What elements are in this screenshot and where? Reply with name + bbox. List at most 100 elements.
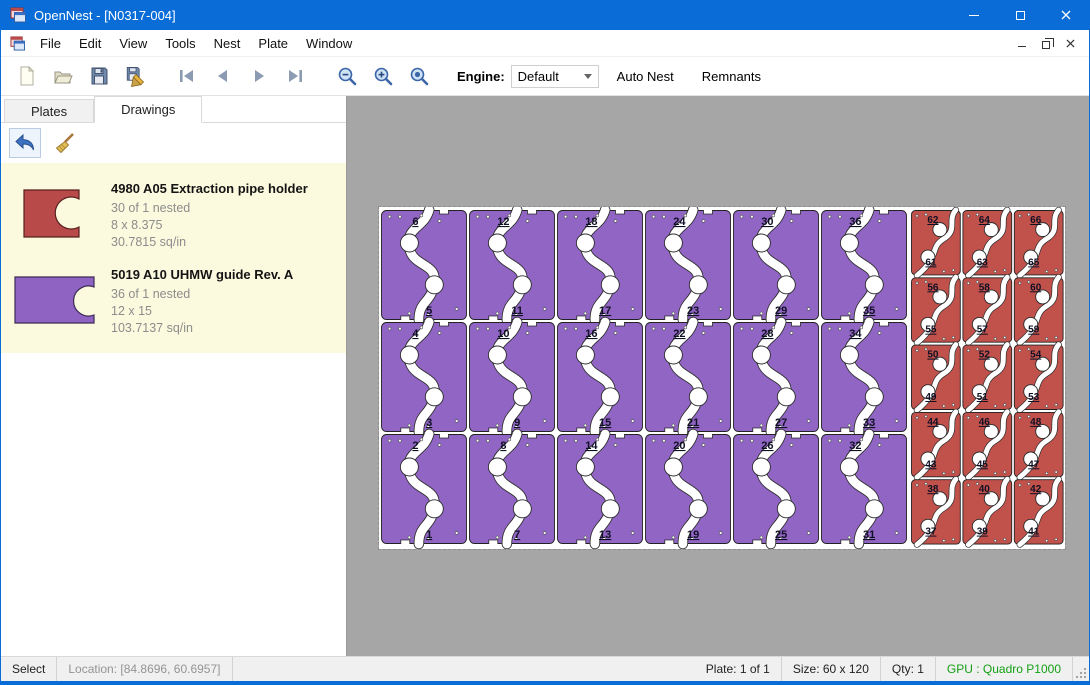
- open-button[interactable]: [45, 60, 81, 92]
- clean-button[interactable]: [49, 128, 81, 158]
- next-arrow-icon: [248, 65, 270, 87]
- window-minimize-button[interactable]: [951, 0, 997, 30]
- window-close-button[interactable]: [1043, 0, 1089, 30]
- menu-edit[interactable]: Edit: [70, 31, 110, 56]
- status-plate: Plate: 1 of 1: [695, 657, 782, 681]
- nested-part-pair[interactable]: 5251: [963, 345, 1012, 410]
- nested-part-pair[interactable]: 3231: [822, 434, 907, 544]
- auto-nest-button[interactable]: Auto Nest: [607, 62, 684, 91]
- nested-part-pair[interactable]: 1413: [558, 434, 643, 544]
- svg-text:16: 16: [585, 328, 597, 340]
- nested-part-pair[interactable]: 6665: [1014, 210, 1063, 275]
- nested-part-pair[interactable]: 43: [382, 322, 467, 432]
- nested-part-pair[interactable]: 5453: [1014, 345, 1063, 410]
- window-maximize-button[interactable]: [997, 0, 1043, 30]
- nested-part-pair[interactable]: 21: [382, 434, 467, 544]
- nested-part-pair[interactable]: 2019: [646, 434, 731, 544]
- drawing-item-2[interactable]: 5019 A10 UHMW guide Rev. A 36 of 1 neste…: [1, 257, 346, 343]
- nested-part-pair[interactable]: 5655: [912, 277, 961, 342]
- nested-part-pair[interactable]: 87: [470, 434, 555, 544]
- nested-part-pair[interactable]: 3635: [822, 210, 907, 320]
- minimize-icon: [1018, 46, 1026, 47]
- drawing-meta: 5019 A10 UHMW guide Rev. A 36 of 1 neste…: [103, 263, 293, 337]
- engine-select[interactable]: Default: [511, 65, 599, 88]
- svg-text:49: 49: [925, 392, 937, 403]
- last-plate-button[interactable]: [277, 60, 313, 92]
- window-bottom-border: [1, 681, 1089, 685]
- nested-part-pair[interactable]: 4847: [1014, 412, 1063, 477]
- svg-text:6: 6: [412, 216, 418, 228]
- zoom-fit-button[interactable]: [401, 60, 437, 92]
- grip-dots-icon: [1075, 667, 1087, 679]
- svg-text:31: 31: [863, 529, 875, 541]
- nested-part-pair[interactable]: 4241: [1014, 479, 1063, 544]
- tab-drawings[interactable]: Drawings: [94, 96, 202, 123]
- svg-text:61: 61: [925, 257, 937, 268]
- nested-part-pair[interactable]: 2827: [734, 322, 819, 432]
- save-as-button[interactable]: [117, 60, 153, 92]
- drawing-item-1[interactable]: 4980 A05 Extraction pipe holder 30 of 1 …: [1, 171, 346, 257]
- nested-part-pair[interactable]: 62 61: [912, 210, 961, 275]
- mdi-restore-button[interactable]: [1034, 33, 1058, 53]
- svg-text:62: 62: [927, 215, 939, 226]
- blue-arrow-icon: [13, 131, 37, 155]
- plate-sheet[interactable]: 6512111817242330293635431091615222128273…: [379, 207, 1065, 549]
- drawing-thumb-shape-0: [24, 190, 79, 237]
- svg-text:20: 20: [673, 440, 685, 452]
- nested-part-pair[interactable]: 5049: [912, 345, 961, 410]
- menu-file[interactable]: File: [31, 31, 70, 56]
- menu-window[interactable]: Window: [297, 31, 361, 56]
- first-plate-button[interactable]: [169, 60, 205, 92]
- nested-part-pair[interactable]: 4039: [963, 479, 1012, 544]
- nested-part-pair[interactable]: 1615: [558, 322, 643, 432]
- minimize-icon: [969, 15, 979, 16]
- nested-part-pair[interactable]: 109: [470, 322, 555, 432]
- mdi-minimize-button[interactable]: [1010, 33, 1034, 53]
- menu-view[interactable]: View: [110, 31, 156, 56]
- new-button[interactable]: [9, 60, 45, 92]
- next-plate-button[interactable]: [241, 60, 277, 92]
- replace-drawing-button[interactable]: [9, 128, 41, 158]
- last-arrow-icon: [284, 65, 306, 87]
- zoom-in-button[interactable]: [365, 60, 401, 92]
- nested-part-pair[interactable]: 4645: [963, 412, 1012, 477]
- nested-part-pair[interactable]: 3837: [912, 479, 961, 544]
- svg-text:48: 48: [1030, 417, 1042, 428]
- svg-text:14: 14: [585, 440, 598, 452]
- previous-plate-button[interactable]: [205, 60, 241, 92]
- nested-part-pair[interactable]: 1211: [470, 210, 555, 320]
- remnants-button[interactable]: Remnants: [692, 62, 771, 91]
- nested-part-pair[interactable]: 2625: [734, 434, 819, 544]
- svg-text:59: 59: [1028, 325, 1040, 336]
- menu-nest[interactable]: Nest: [205, 31, 250, 56]
- svg-text:18: 18: [585, 216, 597, 228]
- svg-text:56: 56: [927, 282, 939, 293]
- nest-canvas[interactable]: 6512111817242330293635431091615222128273…: [347, 96, 1089, 656]
- tab-plates[interactable]: Plates: [4, 99, 94, 122]
- nested-part-pair[interactable]: 6463: [963, 210, 1012, 275]
- nested-part-pair[interactable]: 6059: [1014, 277, 1063, 342]
- svg-text:11: 11: [511, 305, 523, 317]
- svg-text:5: 5: [426, 305, 432, 317]
- save-button[interactable]: [81, 60, 117, 92]
- nested-part-pair[interactable]: 2423: [646, 210, 731, 320]
- svg-text:23: 23: [687, 305, 699, 317]
- svg-text:54: 54: [1030, 350, 1042, 361]
- nested-part-pair[interactable]: 1817: [558, 210, 643, 320]
- mdi-close-button[interactable]: [1058, 33, 1082, 53]
- nested-part-pair[interactable]: 3433: [822, 322, 907, 432]
- document-window-icon: [10, 36, 25, 51]
- drawing-thumbnail: [7, 263, 103, 337]
- nested-part-pair[interactable]: 65: [382, 210, 467, 320]
- svg-text:30: 30: [761, 216, 773, 228]
- menu-tools[interactable]: Tools: [156, 31, 204, 56]
- nested-part-pair[interactable]: 3029: [734, 210, 819, 320]
- zoom-out-button[interactable]: [329, 60, 365, 92]
- menu-plate[interactable]: Plate: [249, 31, 297, 56]
- resize-grip[interactable]: [1073, 657, 1089, 681]
- nested-part-pair[interactable]: 2221: [646, 322, 731, 432]
- status-gpu: GPU : Quadro P1000: [936, 657, 1073, 681]
- nested-part-pair[interactable]: 4443: [912, 412, 961, 477]
- broom-icon: [53, 131, 77, 155]
- nested-part-pair[interactable]: 5857: [963, 277, 1012, 342]
